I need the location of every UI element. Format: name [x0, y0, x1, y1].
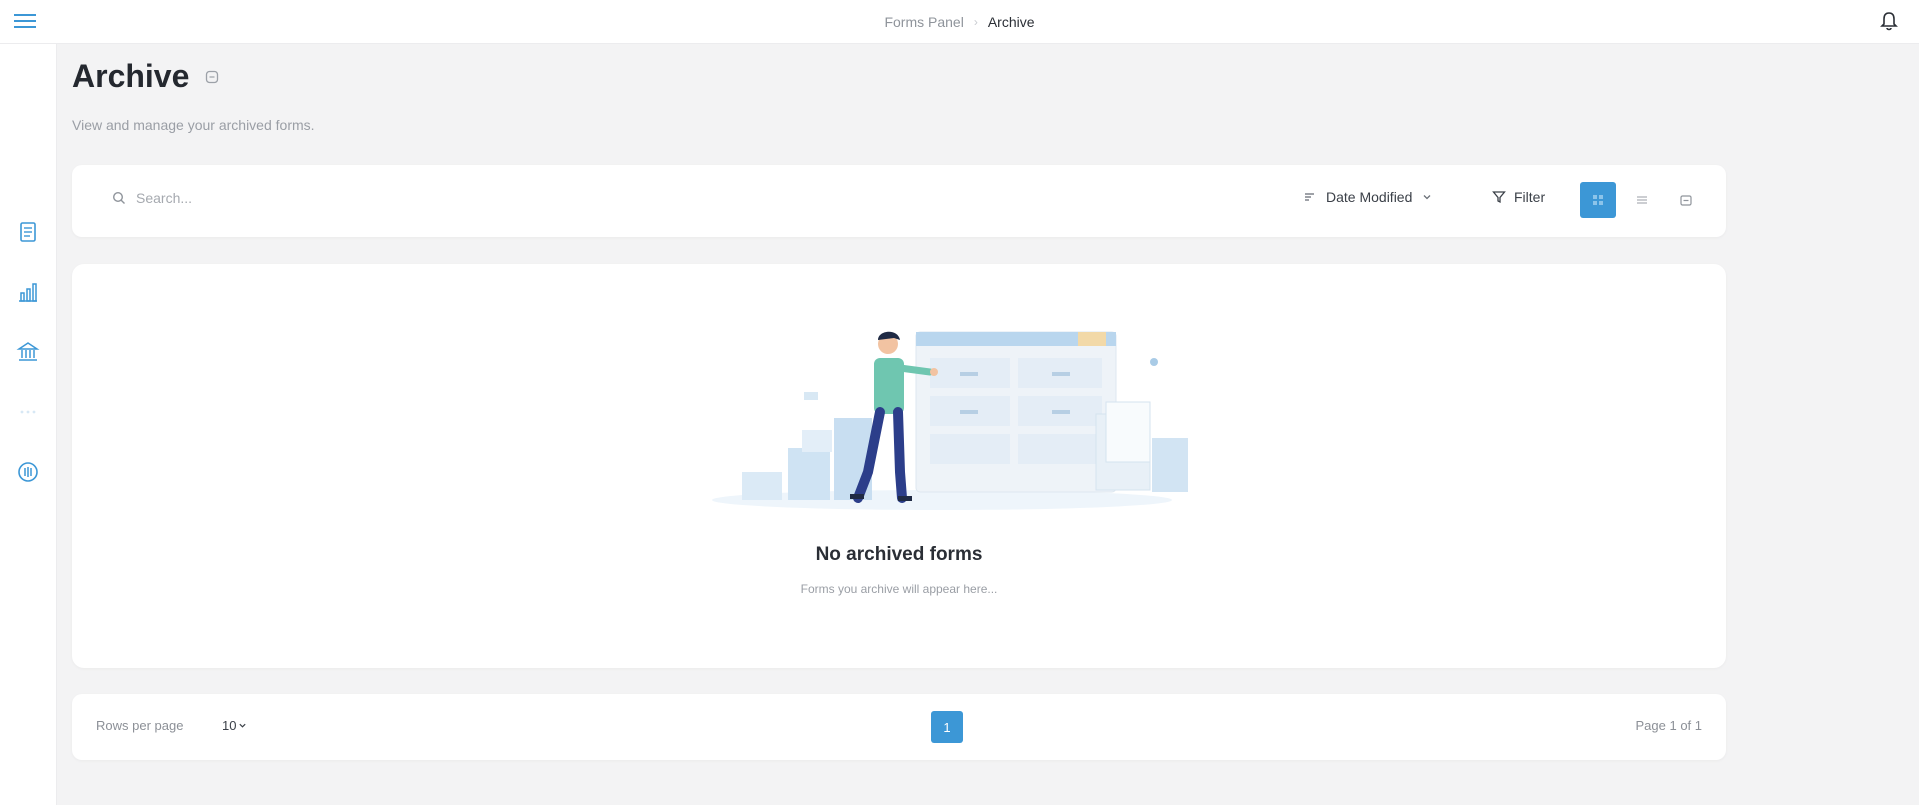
hamburger-icon[interactable]: [14, 12, 36, 30]
export-button[interactable]: [1668, 182, 1704, 218]
list-icon: [1637, 196, 1647, 204]
page-info: Page 1 of 1: [1635, 718, 1703, 733]
empty-state-subtitle: Forms you archive will appear here...: [800, 582, 998, 596]
rows-per-page-value: 10: [222, 718, 237, 733]
grid-view-button[interactable]: [1580, 182, 1616, 218]
document-icon[interactable]: [16, 220, 40, 244]
rows-per-page-select[interactable]: 10: [222, 718, 247, 733]
circle-grid-icon[interactable]: [16, 460, 40, 484]
bar-chart-icon[interactable]: [16, 280, 40, 304]
toolbar: Date Modified Filter: [72, 165, 1726, 237]
filter-button[interactable]: Filter: [1492, 189, 1545, 205]
bank-icon[interactable]: [16, 340, 40, 364]
sidebar: [0, 44, 57, 805]
chevron-down-icon: [1423, 195, 1431, 200]
export-icon: [1680, 195, 1692, 206]
breadcrumb-separator: ›: [973, 14, 978, 29]
breadcrumb: Forms Panel › Archive: [884, 14, 1034, 30]
grid-icon: [1593, 195, 1603, 205]
sort-icon: [1305, 193, 1314, 201]
empty-state-title: No archived forms: [815, 544, 983, 565]
search-wrapper: [112, 189, 398, 207]
page-subtitle: View and manage your archived forms.: [72, 117, 315, 133]
search-icon: [112, 191, 125, 204]
sort-label: Date Modified: [1326, 189, 1413, 205]
dots-icon[interactable]: [16, 400, 40, 424]
pagination-bar: Rows per page 10 1 Page 1 of 1: [72, 694, 1726, 760]
breadcrumb-current: Archive: [987, 13, 1035, 30]
sort-dropdown[interactable]: Date Modified: [1304, 189, 1432, 205]
top-bar: Forms Panel › Archive: [0, 0, 1919, 44]
breadcrumb-forms-panel[interactable]: Forms Panel: [884, 14, 963, 30]
bell-icon[interactable]: [1879, 10, 1899, 32]
title-row: Archive: [72, 58, 219, 95]
rows-per-page-label: Rows per page: [96, 718, 184, 733]
content-card: No archived forms Forms you archive will…: [72, 264, 1726, 668]
filter-icon: [1492, 191, 1506, 204]
filter-label: Filter: [1514, 189, 1546, 205]
empty-archive-illustration: [712, 331, 1188, 510]
info-icon[interactable]: [205, 70, 219, 84]
page-button-current[interactable]: 1: [931, 711, 963, 743]
list-view-button[interactable]: [1624, 182, 1660, 218]
chevron-down-icon: [239, 723, 247, 728]
search-input[interactable]: [134, 189, 398, 207]
page-title: Archive: [72, 58, 190, 94]
